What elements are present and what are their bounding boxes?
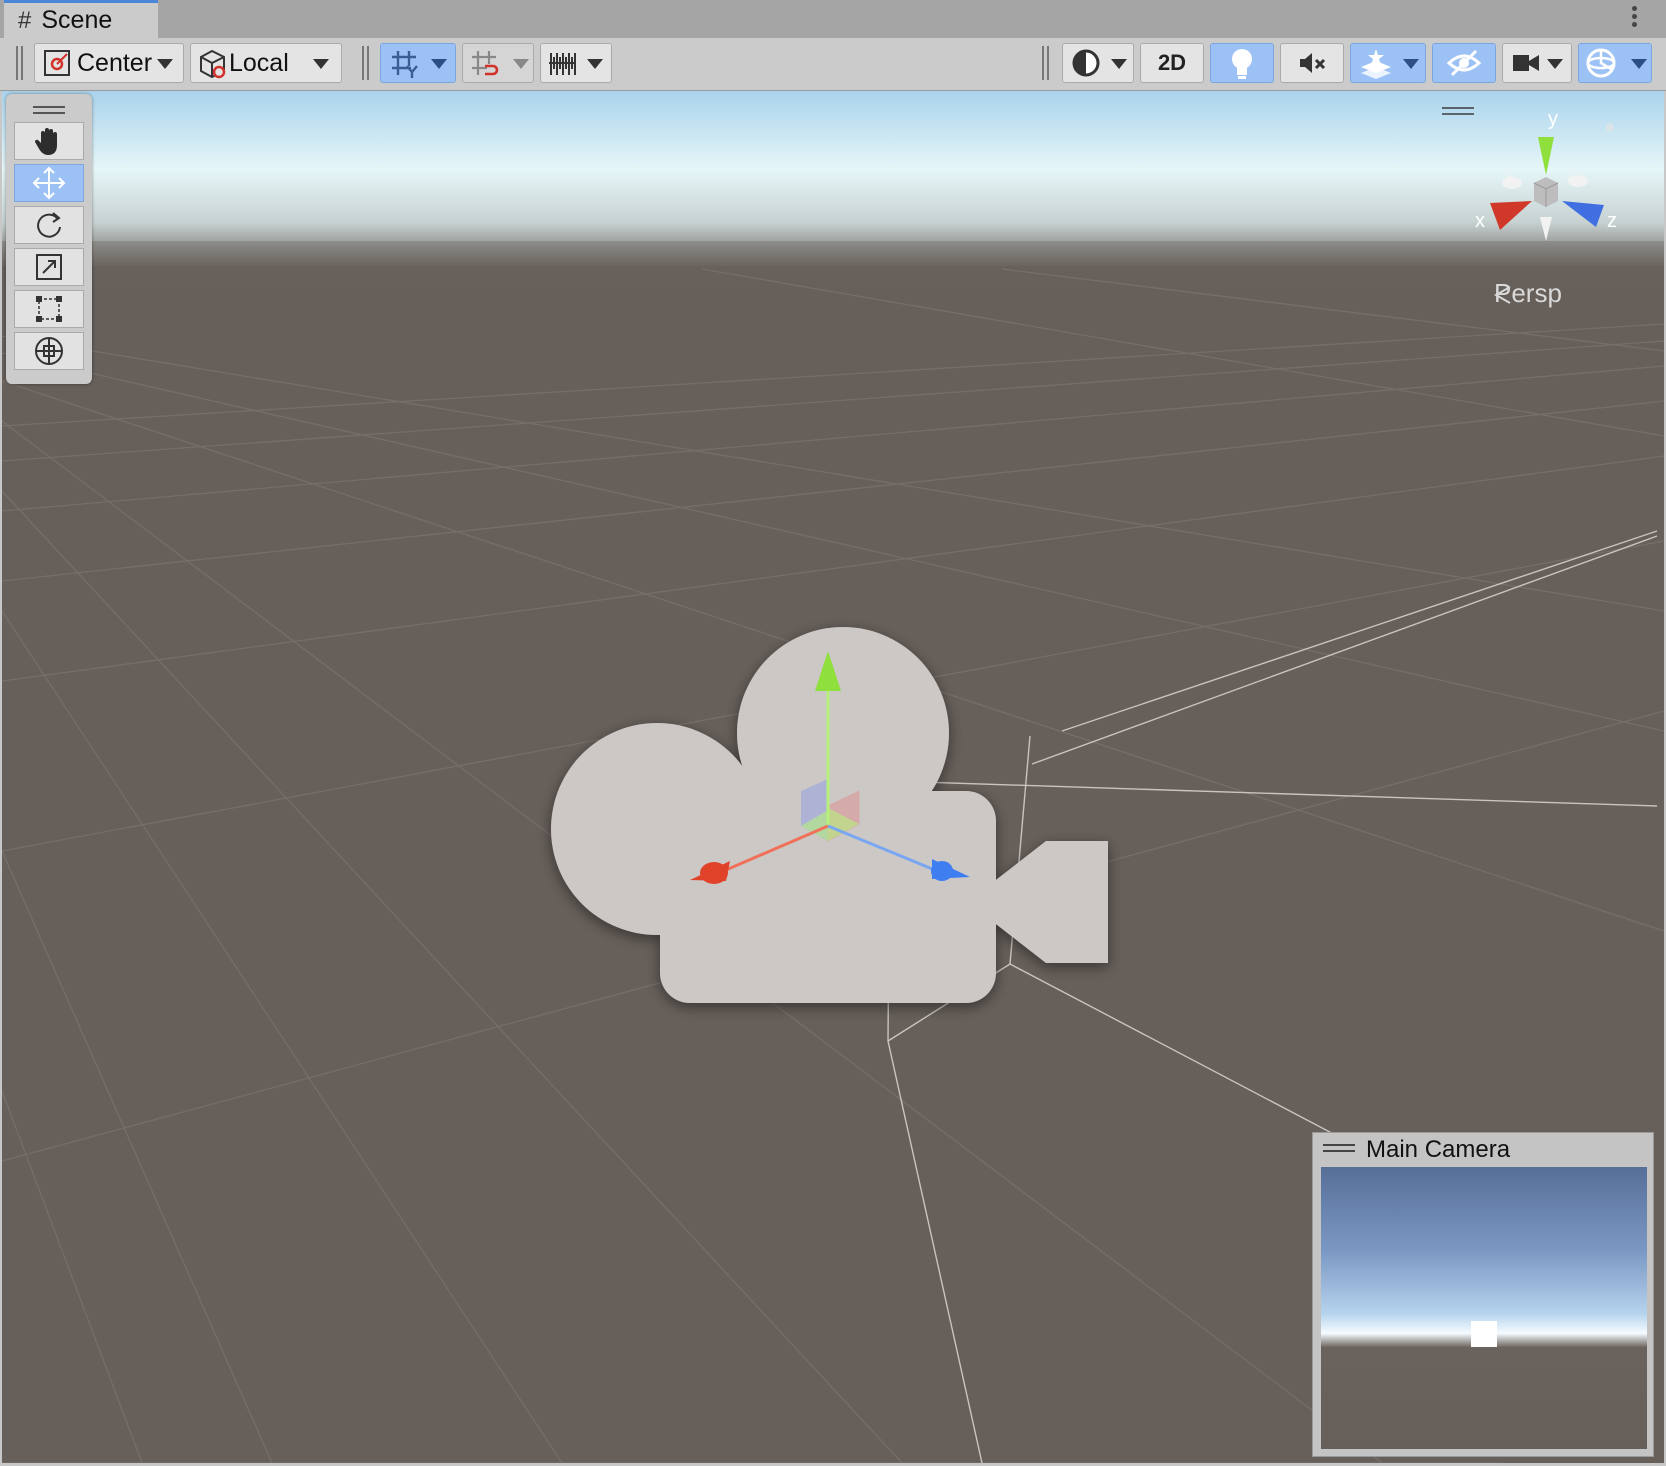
grid-snapping-toggle[interactable] xyxy=(462,43,534,83)
chevron-down-icon xyxy=(1403,59,1419,69)
orientation-gizmo[interactable]: y x z xyxy=(1470,105,1630,245)
camera-preview-image xyxy=(1321,1167,1647,1449)
tab-scene[interactable]: # Scene xyxy=(4,0,158,38)
chevron-down-icon xyxy=(313,59,329,69)
gizmo-sphere-icon xyxy=(1586,48,1616,78)
chevron-down-icon xyxy=(513,59,529,69)
audio-mute-icon xyxy=(1300,53,1326,73)
pivot-mode-dropdown[interactable]: Center xyxy=(34,43,184,83)
toggle-2d-button[interactable]: 2D xyxy=(1140,43,1204,83)
grid-icon: # xyxy=(18,6,32,34)
ruler-icon xyxy=(549,53,576,75)
draw-mode-dropdown[interactable] xyxy=(1062,43,1134,83)
move-tool-button[interactable] xyxy=(14,164,84,202)
camera-preview-panel: Main Camera xyxy=(1312,1132,1654,1457)
lightbulb-icon xyxy=(1232,49,1252,79)
increment-snap-dropdown[interactable] xyxy=(540,43,612,83)
gizmo-x-label: x xyxy=(1475,210,1485,232)
palette-drag-handle[interactable] xyxy=(33,106,65,114)
gizmo-z-cone[interactable] xyxy=(1562,201,1604,227)
gizmo-y-cone[interactable] xyxy=(1538,137,1554,175)
chevron-down-icon xyxy=(587,59,603,69)
rect-tool-button[interactable] xyxy=(14,290,84,328)
scene-camera-dropdown[interactable] xyxy=(1502,43,1572,83)
grid-snap-icon xyxy=(472,51,499,76)
pivot-rotation-dropdown[interactable]: Local xyxy=(190,43,342,83)
chevron-down-icon xyxy=(431,59,447,69)
grid-visibility-toggle[interactable] xyxy=(380,43,456,83)
gizmo-y-label: y xyxy=(1548,108,1558,130)
toolbar-grip[interactable] xyxy=(1042,46,1049,80)
video-camera-icon xyxy=(1513,55,1539,71)
chevron-down-icon xyxy=(157,59,173,69)
scene-lighting-toggle[interactable] xyxy=(1210,43,1274,83)
gizmos-dropdown[interactable] xyxy=(1578,43,1652,83)
toolbar-grip[interactable] xyxy=(16,46,23,80)
pivot-center-icon xyxy=(44,50,70,76)
audio-toggle[interactable] xyxy=(1280,43,1344,83)
scale-tool-button[interactable] xyxy=(14,248,84,286)
chevron-down-icon xyxy=(1111,59,1127,69)
projection-label[interactable]: Persp xyxy=(1494,278,1562,309)
hand-icon xyxy=(34,128,57,155)
scene-window: # Scene Center Local 2D y x z Persp Main… xyxy=(0,0,1666,1466)
pivot-rotation-label: Local xyxy=(229,48,289,77)
shaded-sphere-icon xyxy=(1072,49,1100,77)
local-cube-icon xyxy=(200,49,226,79)
move-arrows-icon xyxy=(32,166,66,200)
toolbar-grip[interactable] xyxy=(362,46,369,80)
scale-icon xyxy=(36,254,62,280)
tab-bar: # Scene xyxy=(0,0,1666,38)
effects-layers-icon xyxy=(1361,49,1391,79)
hidden-objects-toggle[interactable] xyxy=(1432,43,1496,83)
preview-drag-handle[interactable] xyxy=(1323,1144,1355,1152)
rotate-icon xyxy=(37,212,61,238)
chevron-down-icon xyxy=(1631,59,1647,69)
rect-transform-icon xyxy=(36,296,62,322)
grid-y-icon xyxy=(392,51,418,78)
gizmo-z-label: z xyxy=(1607,210,1617,232)
lock-icon[interactable] xyxy=(1606,123,1614,131)
tool-palette xyxy=(6,94,92,384)
gizmo-x-cone[interactable] xyxy=(1490,201,1532,230)
pivot-mode-label: Center xyxy=(77,48,153,77)
rotate-tool-button[interactable] xyxy=(14,206,84,244)
hand-tool-button[interactable] xyxy=(14,122,84,160)
transform-icon xyxy=(35,337,63,365)
effects-dropdown[interactable] xyxy=(1350,43,1426,83)
preview-cube xyxy=(1471,1321,1497,1347)
camera-preview-title: Main Camera xyxy=(1366,1136,1511,1163)
eye-hidden-icon xyxy=(1446,49,1482,77)
scene-toolbar: Center Local 2D xyxy=(0,38,1666,91)
more-options-icon[interactable] xyxy=(1632,6,1638,30)
tab-scene-label: Scene xyxy=(41,6,113,34)
chevron-down-icon xyxy=(1547,59,1563,69)
transform-tool-button[interactable] xyxy=(14,332,84,370)
